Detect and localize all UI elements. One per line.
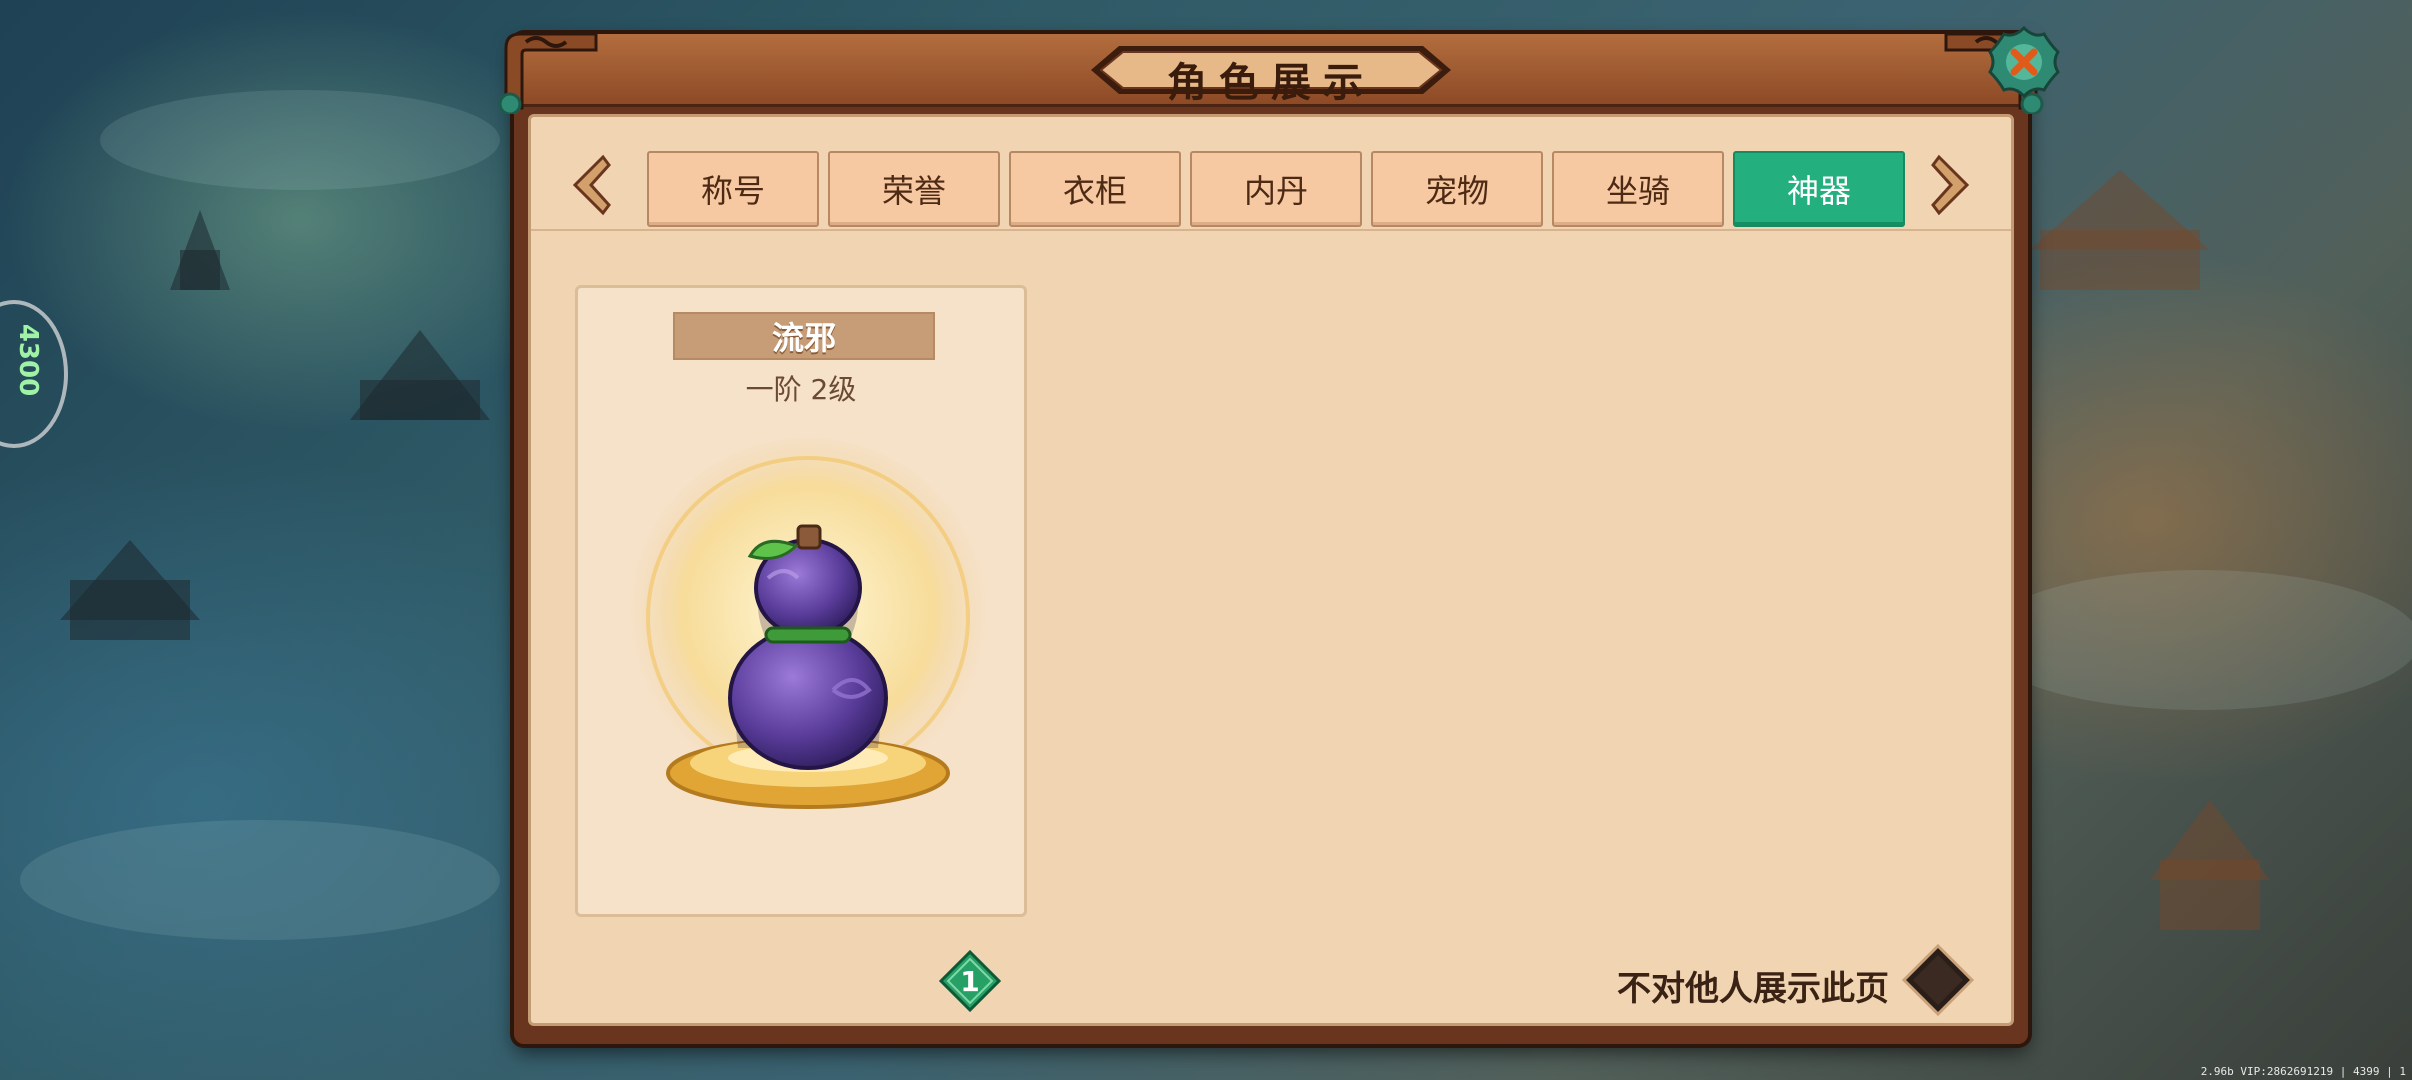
tab-mount[interactable]: 坐骑 <box>1552 151 1724 227</box>
close-button[interactable] <box>1988 26 2060 98</box>
tab-label: 衣柜 <box>1062 172 1127 210</box>
tab-artifact[interactable]: 神器 <box>1733 151 1905 227</box>
tab-inner-core[interactable]: 内丹 <box>1190 151 1362 227</box>
tab-bar: 称号 荣誉 衣柜 内丹 宠物 坐骑 神器 <box>531 117 2011 231</box>
tab-scroll-right-button[interactable] <box>1929 153 1973 217</box>
tab-pet[interactable]: 宠物 <box>1371 151 1543 227</box>
title-plate <box>1091 46 1451 94</box>
hide-page-label: 不对他人展示此页 <box>1617 969 1889 1009</box>
tab-label: 称号 <box>700 172 765 210</box>
footer-version-info: 2.96b VIP:2862691219 | 4399 | 1 <box>2200 1065 2406 1078</box>
artifact-name: 流邪 <box>771 319 836 357</box>
tab-scroll-left-button[interactable] <box>569 153 613 217</box>
tab-title[interactable]: 称号 <box>647 151 819 227</box>
chevron-right-icon <box>1931 154 1970 216</box>
side-hud-value: 4300 <box>13 323 44 397</box>
tab-label: 神器 <box>1786 172 1851 210</box>
panel-content: 称号 荣誉 衣柜 内丹 宠物 坐骑 神器 流邪 一阶 2级 1 不对他人展示此页 <box>528 114 2014 1026</box>
character-display-panel: 角色展示 称号 荣誉 衣柜 内丹 宠物 坐骑 神器 流邪 一阶 2级 1 不对他… <box>498 26 2060 1044</box>
page-number: 1 <box>960 964 980 998</box>
corner-ornament-left <box>498 32 598 114</box>
tab-label: 坐骑 <box>1605 172 1670 210</box>
purple-gourd-icon <box>628 438 988 809</box>
tab-label: 荣誉 <box>881 172 946 210</box>
tab-honor[interactable]: 荣誉 <box>828 151 1000 227</box>
chevron-left-icon <box>572 154 611 216</box>
artifact-name-bar: 流邪 <box>673 312 935 360</box>
tab-label: 内丹 <box>1243 172 1308 210</box>
tab-label: 宠物 <box>1424 172 1489 210</box>
tab-wardrobe[interactable]: 衣柜 <box>1009 151 1181 227</box>
artifact-card[interactable]: 流邪 一阶 2级 <box>575 285 1027 917</box>
artifact-level: 一阶 2级 <box>745 373 857 406</box>
hide-page-toggle[interactable] <box>1901 943 1975 1017</box>
